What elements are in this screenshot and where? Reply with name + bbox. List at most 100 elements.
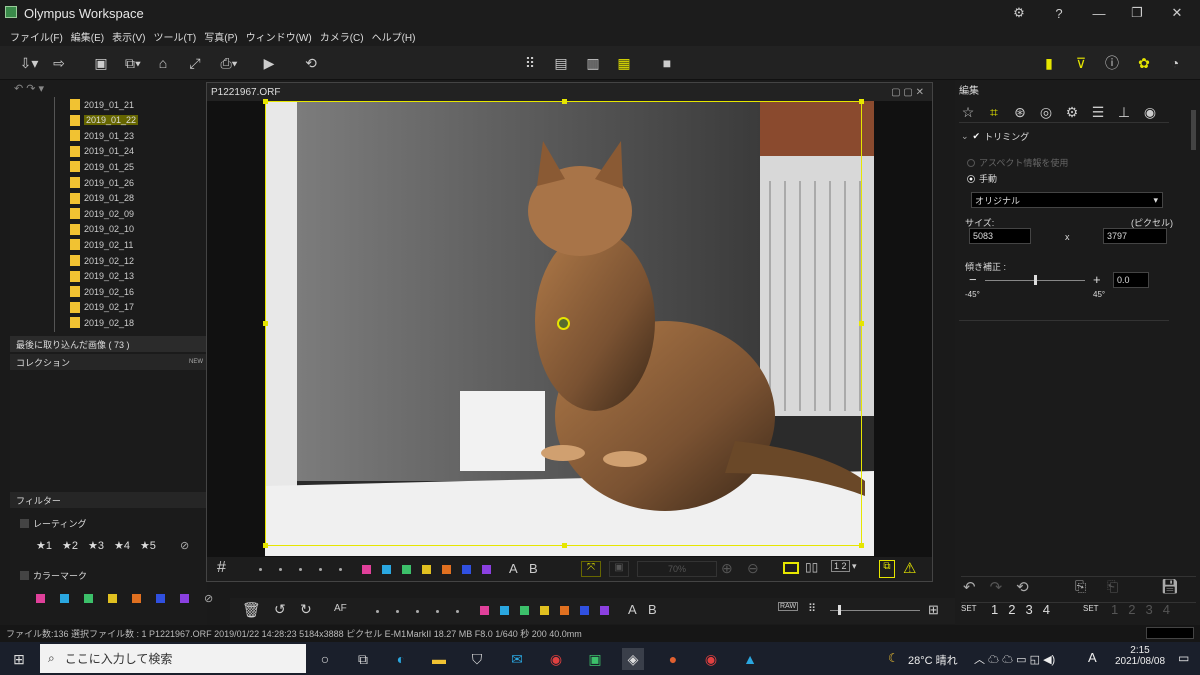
film-rating-dot-5[interactable]: [456, 610, 459, 613]
undo-icon[interactable]: ↶ ↷ ▾: [14, 82, 44, 95]
crop-handle-right[interactable]: [859, 321, 864, 326]
cortana-icon[interactable]: ○: [314, 648, 336, 670]
rating-star-2[interactable]: ★2: [62, 539, 78, 552]
film-label-b[interactable]: B: [648, 602, 657, 617]
filter-color-mark-2[interactable]: [60, 594, 69, 603]
sliders-tab-icon[interactable]: ☰: [1087, 102, 1109, 122]
menu-edit[interactable]: 編集(E): [71, 29, 104, 44]
reset-icon[interactable]: ⟲: [1016, 578, 1029, 596]
set-left-slot-4[interactable]: 4: [1043, 602, 1050, 617]
adjust-tab-icon[interactable]: ⚙: [1061, 102, 1083, 122]
viewer-color-mark-4[interactable]: [422, 565, 431, 574]
viewer-window-controls[interactable]: ▢ ▢ ✕: [891, 87, 924, 98]
folder-item[interactable]: 2019_02_17: [70, 300, 134, 315]
clear-color-icon[interactable]: ⊘: [204, 592, 213, 605]
trimming-checkbox-icon[interactable]: ✔: [973, 131, 981, 142]
folder-item[interactable]: 2019_02_13: [70, 269, 134, 284]
rating-dot-3[interactable]: [299, 568, 302, 571]
viewer-color-mark-7[interactable]: [482, 565, 491, 574]
menu-help[interactable]: ヘルプ(H): [372, 29, 416, 44]
undo-icon[interactable]: ↶: [963, 578, 976, 596]
label-b[interactable]: B: [529, 561, 538, 576]
minimize-button[interactable]: —: [1080, 0, 1118, 26]
camera-connect-icon[interactable]: ⟲: [298, 52, 324, 74]
rating-dot-2[interactable]: [279, 568, 282, 571]
thumbnail-size-thumb[interactable]: [838, 605, 841, 615]
film-rating-dot-4[interactable]: [436, 610, 439, 613]
film-color-mark-6[interactable]: [580, 606, 589, 615]
rating-dot-4[interactable]: [319, 568, 322, 571]
slideshow-icon[interactable]: ▶: [256, 52, 282, 74]
fit-screen-icon[interactable]: ⤧: [581, 561, 601, 577]
tilt-slider[interactable]: [985, 275, 1085, 285]
viewer-color-mark-5[interactable]: [442, 565, 451, 574]
help-icon[interactable]: ?: [1040, 0, 1078, 26]
filter-color-mark-5[interactable]: [132, 594, 141, 603]
folder-item[interactable]: 2019_01_21: [70, 97, 134, 112]
warning-icon[interactable]: ⚠: [903, 559, 916, 577]
folder-item[interactable]: 2019_02_16: [70, 284, 134, 299]
folder-item[interactable]: 2019_01_22: [70, 113, 139, 128]
store-icon[interactable]: ⛉: [466, 648, 488, 670]
manual-radio[interactable]: [967, 174, 975, 183]
edit-panel-icon[interactable]: ▮: [1036, 52, 1062, 74]
restore-button[interactable]: ❐: [1118, 0, 1156, 26]
menu-file[interactable]: ファイル(F): [10, 29, 63, 44]
film-label-a[interactable]: A: [628, 602, 637, 617]
crop-tab-icon[interactable]: ⌗: [983, 102, 1005, 122]
rating-star-3[interactable]: ★3: [88, 539, 104, 552]
history-icon[interactable]: ◔: [1162, 52, 1188, 74]
preset-select[interactable]: オリジナル ▾: [971, 192, 1163, 208]
crop-handle-br[interactable]: [859, 543, 864, 548]
film-color-mark-5[interactable]: [560, 606, 569, 615]
taskbar-search[interactable]: ⌕ ここに入力して検索: [40, 644, 306, 673]
folder-item[interactable]: 2019_02_18: [70, 315, 134, 330]
filter-color-mark-7[interactable]: [180, 594, 189, 603]
menu-tools[interactable]: ツール(T): [153, 29, 196, 44]
folder-item[interactable]: 2019_01_28: [70, 191, 134, 206]
recent-imports-header[interactable]: 最後に取り込んだ画像 ( 73 ): [10, 336, 207, 352]
color-icon[interactable]: ✿: [1131, 52, 1157, 74]
photos-icon[interactable]: ▲: [739, 648, 761, 670]
trimming-section[interactable]: ⌄ ✔ トリミング: [961, 130, 1029, 143]
copy-settings-icon[interactable]: ⎘: [1075, 578, 1086, 595]
tilt-minus-icon[interactable]: −: [969, 272, 977, 287]
filter-color-mark-1[interactable]: [36, 594, 45, 603]
colormark-filter[interactable]: カラーマーク: [20, 569, 87, 582]
notification-icon[interactable]: ▭: [1178, 651, 1189, 665]
save-icon[interactable]: 💾︎: [1161, 578, 1179, 595]
info-icon[interactable]: ⓘ: [1099, 52, 1125, 74]
thumb-grid-icon[interactable]: ⠿: [808, 602, 816, 615]
film-rating-dot-3[interactable]: [416, 610, 419, 613]
colormark-checkbox[interactable]: [20, 571, 29, 580]
set-left-slot-2[interactable]: 2: [1008, 602, 1015, 617]
filter-icon[interactable]: ⊽: [1068, 52, 1094, 74]
viewer-color-mark-1[interactable]: [362, 565, 371, 574]
film-rating-dot-1[interactable]: [376, 610, 379, 613]
folder-item[interactable]: 2019_02_10: [70, 222, 134, 237]
tilt-input[interactable]: 0.0: [1113, 272, 1149, 288]
panorama-icon[interactable]: ⌂: [150, 52, 176, 74]
set-left-slot-1[interactable]: 1: [991, 602, 998, 617]
split-view-icon[interactable]: ▥: [580, 52, 606, 74]
export-icon[interactable]: ⇨: [46, 52, 72, 74]
filter-color-mark-3[interactable]: [84, 594, 93, 603]
settings-icon[interactable]: ⚙: [1000, 0, 1038, 26]
single-view-icon[interactable]: ▦: [611, 52, 637, 74]
clear-rating-icon[interactable]: ⊘: [180, 539, 189, 552]
viewer-color-mark-2[interactable]: [382, 565, 391, 574]
label-a[interactable]: A: [509, 561, 518, 576]
film-rating-dot-2[interactable]: [396, 610, 399, 613]
rating-star-4[interactable]: ★4: [114, 539, 130, 552]
edge-icon[interactable]: ◐: [390, 648, 412, 670]
dual-frame-icon[interactable]: ▯▯: [805, 560, 818, 574]
thumbnail-size-slider[interactable]: [830, 605, 920, 615]
compare-highlight-icon[interactable]: ⧉: [879, 560, 895, 578]
height-input[interactable]: 3797: [1103, 228, 1167, 244]
single-frame-icon[interactable]: [783, 562, 799, 574]
filmstrip-view-icon[interactable]: ▤: [548, 52, 574, 74]
tilt-slider-thumb[interactable]: [1034, 275, 1037, 285]
crop-handle-left[interactable]: [263, 321, 268, 326]
resize-icon[interactable]: ⤢: [182, 52, 208, 74]
viewer-color-mark-6[interactable]: [462, 565, 471, 574]
